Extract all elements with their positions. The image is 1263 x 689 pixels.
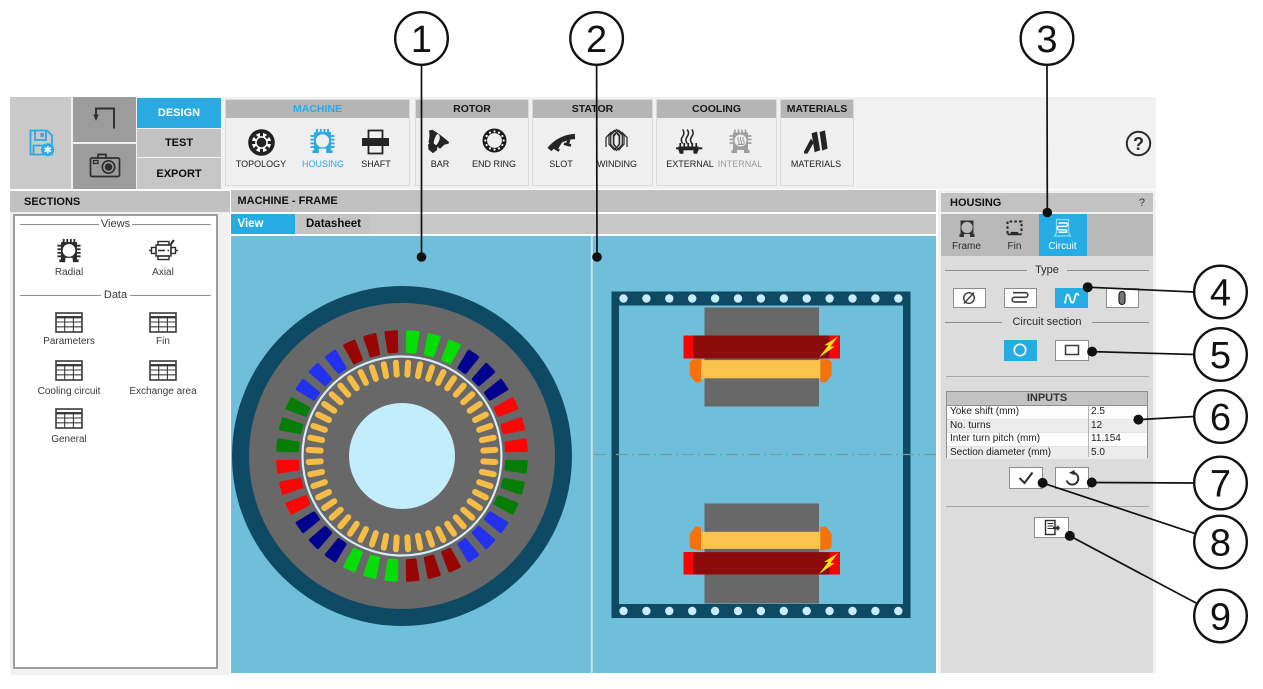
svg-text:2: 2 [586, 19, 607, 61]
svg-text:1: 1 [411, 19, 432, 61]
svg-text:7: 7 [1210, 464, 1231, 506]
svg-text:5: 5 [1210, 335, 1231, 377]
svg-text:9: 9 [1210, 597, 1231, 639]
svg-text:4: 4 [1210, 273, 1231, 315]
svg-text:8: 8 [1210, 523, 1231, 565]
svg-text:3: 3 [1036, 19, 1057, 61]
svg-text:6: 6 [1210, 397, 1231, 439]
